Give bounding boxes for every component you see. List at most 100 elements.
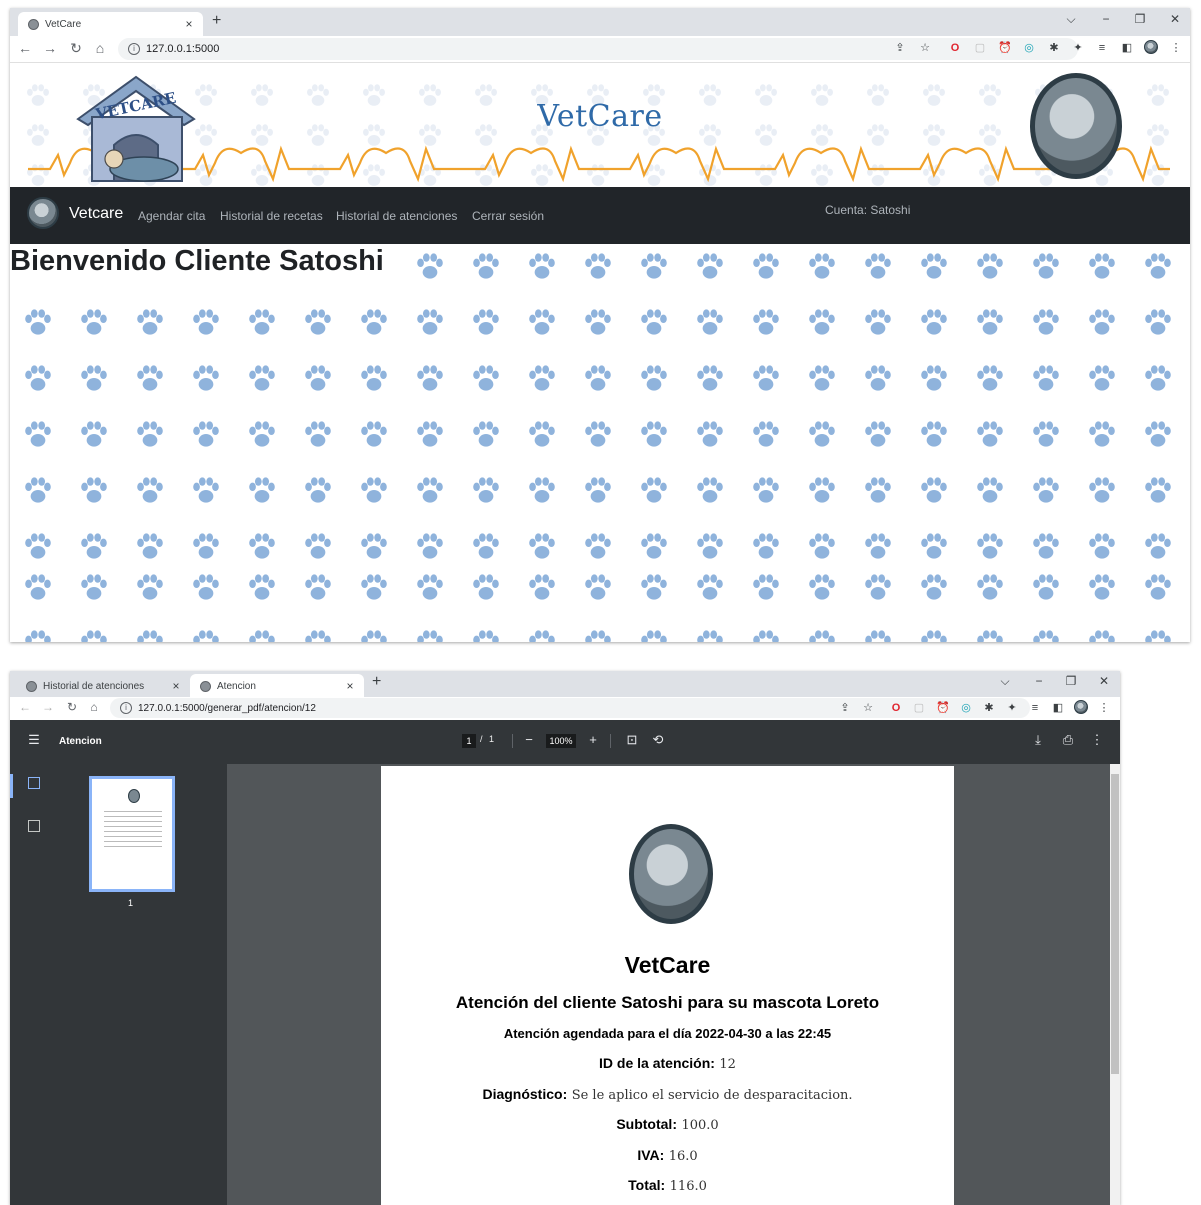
opera-extension-icon[interactable]: O bbox=[889, 701, 903, 715]
extensions-puzzle-icon[interactable]: ✦ bbox=[1071, 41, 1085, 55]
download-icon[interactable]: ⤓ bbox=[1030, 732, 1046, 748]
outline-icon[interactable] bbox=[28, 820, 40, 832]
paw-print-icon bbox=[753, 253, 779, 279]
paw-print-icon bbox=[137, 533, 163, 559]
tab-atencion[interactable]: Atencion × bbox=[190, 674, 364, 698]
tab-search-icon[interactable]: ⌵ bbox=[1058, 12, 1084, 27]
tab-title: Historial de atenciones bbox=[43, 680, 145, 692]
reload-icon[interactable]: ↻ bbox=[63, 700, 81, 714]
nav-link-agendar-cita[interactable]: Agendar cita bbox=[138, 209, 205, 223]
nav-link-historial-atenciones[interactable]: Historial de atenciones bbox=[336, 209, 457, 223]
forward-icon[interactable]: → bbox=[41, 40, 59, 56]
address-bar[interactable]: i 127.0.0.1:5000 bbox=[118, 38, 1078, 60]
extension-icon[interactable]: ◎ bbox=[959, 701, 973, 715]
profile-avatar-icon[interactable] bbox=[1074, 700, 1088, 714]
paw-print-icon bbox=[81, 477, 107, 503]
reload-icon[interactable]: ↻ bbox=[67, 40, 85, 57]
zoom-out-icon[interactable]: − bbox=[521, 732, 537, 747]
side-panel-icon[interactable]: ◧ bbox=[1120, 41, 1134, 55]
paw-print-icon bbox=[1089, 574, 1115, 600]
paw-print-icon bbox=[25, 477, 51, 503]
side-panel-icon[interactable]: ◧ bbox=[1051, 701, 1065, 715]
minimize-button[interactable]: − bbox=[1093, 12, 1119, 26]
thumbnails-icon[interactable] bbox=[28, 777, 40, 789]
paw-print-icon bbox=[1145, 421, 1171, 447]
extension-icon[interactable]: ✱ bbox=[1047, 41, 1061, 55]
paw-print-icon bbox=[529, 630, 555, 642]
favicon-icon bbox=[28, 18, 39, 30]
extension-icon[interactable]: ✱ bbox=[982, 701, 996, 715]
extension-icon[interactable]: ◎ bbox=[1022, 41, 1036, 55]
clinic-emblem-icon bbox=[629, 824, 713, 924]
print-icon[interactable]: ⎙ bbox=[1060, 732, 1076, 748]
new-tab-button[interactable]: + bbox=[372, 673, 381, 691]
paw-print-icon bbox=[809, 533, 835, 559]
tab-historial-atenciones[interactable]: Historial de atenciones × bbox=[16, 674, 190, 698]
menu-icon[interactable]: ⋮ bbox=[1097, 701, 1111, 715]
extensions-puzzle-icon[interactable]: ✦ bbox=[1005, 701, 1019, 715]
reading-list-icon[interactable]: ≡ bbox=[1095, 41, 1109, 55]
site-info-icon[interactable]: i bbox=[128, 43, 140, 55]
extension-icon[interactable]: ⏰ bbox=[998, 41, 1012, 55]
paw-print-icon bbox=[697, 365, 723, 391]
zoom-in-icon[interactable]: + bbox=[585, 732, 601, 747]
menu-icon[interactable]: ⋮ bbox=[1169, 41, 1183, 55]
bookmark-star-icon[interactable]: ☆ bbox=[861, 701, 875, 715]
opera-extension-icon[interactable]: O bbox=[948, 41, 962, 55]
paw-print-icon bbox=[697, 421, 723, 447]
paw-print-icon bbox=[1089, 477, 1115, 503]
close-window-button[interactable]: ✕ bbox=[1162, 12, 1188, 26]
bookmark-star-icon[interactable]: ☆ bbox=[918, 41, 932, 55]
zoom-input[interactable]: 100% bbox=[546, 734, 576, 748]
paw-print-icon bbox=[25, 421, 51, 447]
site-info-icon[interactable]: i bbox=[120, 702, 132, 714]
paw-print-icon bbox=[1033, 309, 1059, 335]
field-diagnostico: Diagnóstico: Se le aplico el servicio de… bbox=[482, 1086, 853, 1103]
new-tab-button[interactable]: + bbox=[212, 12, 221, 30]
paw-print-icon bbox=[977, 253, 1003, 279]
restore-button[interactable]: ❐ bbox=[1058, 674, 1084, 688]
tab-search-icon[interactable]: ⌵ bbox=[992, 674, 1018, 689]
paw-print-icon bbox=[137, 365, 163, 391]
site-navbar: Vetcare Agendar cita Historial de receta… bbox=[10, 187, 1190, 244]
more-options-icon[interactable]: ⋮ bbox=[1089, 732, 1105, 748]
profile-avatar-icon[interactable] bbox=[1144, 40, 1158, 54]
rotate-icon[interactable]: ⟲ bbox=[650, 732, 666, 748]
share-icon[interactable]: ⇪ bbox=[893, 41, 907, 55]
reading-list-icon[interactable]: ≡ bbox=[1028, 701, 1042, 715]
tab-vetcare[interactable]: VetCare × bbox=[18, 12, 203, 36]
close-window-button[interactable]: ✕ bbox=[1091, 674, 1117, 688]
nav-link-historial-recetas[interactable]: Historial de recetas bbox=[220, 209, 323, 223]
paw-print-icon bbox=[305, 309, 331, 335]
scrollbar-thumb[interactable] bbox=[1111, 774, 1119, 1074]
forward-icon[interactable]: → bbox=[39, 700, 57, 714]
navbar-brand[interactable]: Vetcare bbox=[69, 205, 123, 223]
paw-print-icon bbox=[809, 630, 835, 642]
extension-icon[interactable]: ⏰ bbox=[936, 701, 950, 715]
back-icon[interactable]: ← bbox=[16, 700, 34, 714]
brand-logo-icon[interactable] bbox=[27, 197, 59, 229]
extension-icon[interactable]: ▢ bbox=[912, 701, 926, 715]
tab-close-icon[interactable]: × bbox=[168, 679, 184, 693]
paw-print-icon bbox=[417, 630, 443, 642]
minimize-button[interactable]: − bbox=[1026, 674, 1052, 688]
paw-print-icon bbox=[249, 309, 275, 335]
thumbnail-page-label: 1 bbox=[128, 898, 134, 908]
home-icon[interactable]: ⌂ bbox=[85, 700, 103, 714]
thumbnail-emblem-icon bbox=[128, 789, 140, 803]
share-icon[interactable]: ⇪ bbox=[838, 701, 852, 715]
paw-print-icon bbox=[81, 421, 107, 447]
fit-page-icon[interactable]: ⊡ bbox=[624, 732, 640, 748]
hamburger-menu-icon[interactable]: ☰ bbox=[26, 732, 42, 748]
back-icon[interactable]: ← bbox=[16, 40, 34, 56]
home-icon[interactable]: ⌂ bbox=[91, 40, 109, 56]
tab-close-icon[interactable]: × bbox=[342, 679, 358, 693]
restore-button[interactable]: ❐ bbox=[1127, 12, 1153, 26]
paw-print-icon bbox=[137, 421, 163, 447]
extension-icon[interactable]: ▢ bbox=[973, 41, 987, 55]
pdf-scrollbar[interactable] bbox=[1110, 764, 1120, 1205]
tab-close-icon[interactable]: × bbox=[181, 17, 197, 31]
page-thumbnail[interactable] bbox=[89, 776, 175, 892]
page-number-input[interactable]: 1 bbox=[462, 734, 476, 748]
nav-link-cerrar-sesion[interactable]: Cerrar sesión bbox=[472, 209, 544, 223]
